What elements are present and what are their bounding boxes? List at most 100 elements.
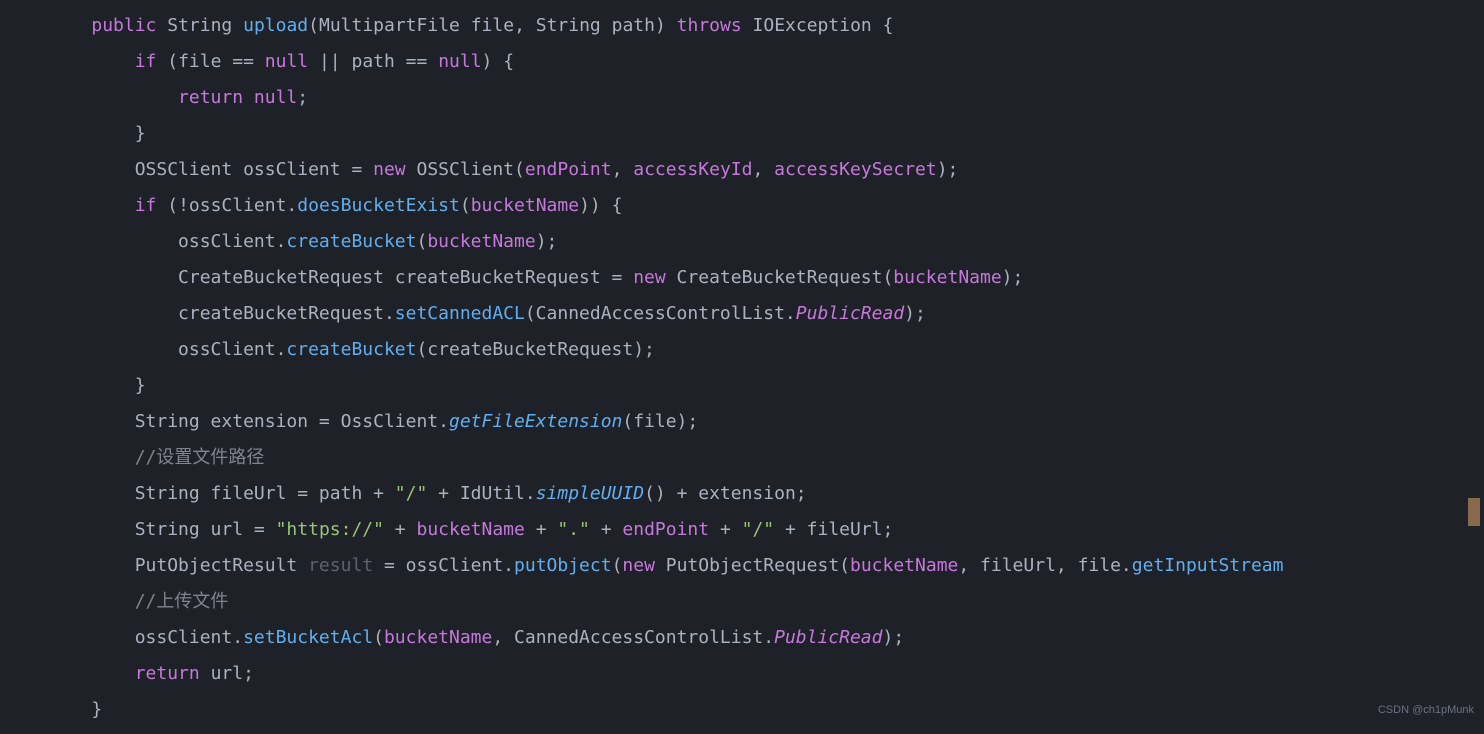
decl: String fileUrl = path + bbox=[135, 483, 395, 504]
code-line: String url = "https://" + bucketName + "… bbox=[48, 512, 1484, 548]
method-call: doesBucketExist bbox=[297, 195, 460, 216]
punct: ) { bbox=[482, 51, 515, 72]
keyword-return: return bbox=[178, 87, 243, 108]
method-call: setBucketAcl bbox=[243, 627, 373, 648]
args: , CannedAccessControlList. bbox=[492, 627, 774, 648]
keyword-if: if bbox=[135, 195, 157, 216]
punct: ); bbox=[536, 231, 558, 252]
punct: )) { bbox=[579, 195, 622, 216]
field: endPoint bbox=[622, 519, 709, 540]
code-line: return url; bbox=[48, 656, 1484, 692]
brace: { bbox=[883, 15, 894, 36]
code-line: ossClient.createBucket(createBucketReque… bbox=[48, 332, 1484, 368]
field: accessKeyId bbox=[633, 159, 752, 180]
comment: //设置文件路径 bbox=[135, 447, 265, 468]
scroll-marker bbox=[1468, 498, 1480, 526]
decl: String extension = OssClient. bbox=[135, 411, 449, 432]
obj: ossClient. bbox=[135, 627, 243, 648]
code-line: return null; bbox=[48, 80, 1484, 116]
code-line: //设置文件路径 bbox=[48, 440, 1484, 476]
static-method: getFileExtension bbox=[449, 411, 622, 432]
scrollbar[interactable] bbox=[1468, 0, 1480, 734]
brace: } bbox=[135, 123, 146, 144]
punct: ( bbox=[308, 15, 319, 36]
expr: url; bbox=[200, 663, 254, 684]
semi: ; bbox=[297, 87, 308, 108]
keyword-return: return bbox=[135, 663, 200, 684]
keyword-null: null bbox=[438, 51, 481, 72]
code-line: //上传文件 bbox=[48, 584, 1484, 620]
op: + bbox=[709, 519, 742, 540]
class: OSSClient( bbox=[406, 159, 525, 180]
cond: path == bbox=[351, 51, 438, 72]
keyword-new: new bbox=[622, 555, 655, 576]
obj: createBucketRequest. bbox=[178, 303, 395, 324]
sp bbox=[243, 87, 254, 108]
code-line: CreateBucketRequest createBucketRequest … bbox=[48, 260, 1484, 296]
keyword-null: null bbox=[265, 51, 308, 72]
punct: ( bbox=[612, 555, 623, 576]
args: (CannedAccessControlList. bbox=[525, 303, 796, 324]
brace: } bbox=[91, 699, 102, 720]
code-line: } bbox=[48, 116, 1484, 152]
code-line: ossClient.createBucket(bucketName); bbox=[48, 224, 1484, 260]
code-line: PutObjectResult result = ossClient.putOb… bbox=[48, 548, 1484, 584]
param: String path bbox=[536, 15, 655, 36]
field: bucketName bbox=[471, 195, 579, 216]
keyword-public: public bbox=[91, 15, 156, 36]
args: (createBucketRequest); bbox=[416, 339, 654, 360]
comma: , bbox=[612, 159, 634, 180]
punct: ( bbox=[416, 231, 427, 252]
code-line: if (file == null || path == null) { bbox=[48, 44, 1484, 80]
code-line: } bbox=[48, 368, 1484, 404]
field: bucketName bbox=[850, 555, 958, 576]
op: + fileUrl; bbox=[774, 519, 893, 540]
args: , fileUrl, file. bbox=[958, 555, 1131, 576]
field: endPoint bbox=[525, 159, 612, 180]
op: + bbox=[384, 519, 417, 540]
field: bucketName bbox=[416, 519, 524, 540]
method-call: putObject bbox=[514, 555, 612, 576]
keyword-null: null bbox=[254, 87, 297, 108]
keyword-if: if bbox=[135, 51, 157, 72]
punct: ( bbox=[460, 195, 471, 216]
method-call: setCannedACL bbox=[395, 303, 525, 324]
brace: } bbox=[135, 375, 146, 396]
static-method: simpleUUID bbox=[536, 483, 644, 504]
class: CreateBucketRequest( bbox=[666, 267, 894, 288]
code-editor[interactable]: public String upload(MultipartFile file,… bbox=[0, 0, 1484, 734]
code-line: String fileUrl = path + "/" + IdUtil.sim… bbox=[48, 476, 1484, 512]
decl: OSSClient ossClient = bbox=[135, 159, 373, 180]
method-call: createBucket bbox=[286, 339, 416, 360]
code-line: if (!ossClient.doesBucketExist(bucketNam… bbox=[48, 188, 1484, 224]
string: "." bbox=[557, 519, 590, 540]
op: + IdUtil. bbox=[427, 483, 535, 504]
decl: String url = bbox=[135, 519, 276, 540]
punct: ); bbox=[937, 159, 959, 180]
keyword-throws: throws bbox=[677, 15, 742, 36]
code-line: public String upload(MultipartFile file,… bbox=[48, 8, 1484, 44]
decl: CreateBucketRequest createBucketRequest … bbox=[178, 267, 633, 288]
method-call: getInputStream bbox=[1132, 555, 1284, 576]
method-name: upload bbox=[243, 15, 308, 36]
punct: ); bbox=[904, 303, 926, 324]
string: "/" bbox=[742, 519, 775, 540]
keyword-new: new bbox=[373, 159, 406, 180]
unused-var: result bbox=[308, 555, 373, 576]
field: accessKeySecret bbox=[774, 159, 937, 180]
method-call: createBucket bbox=[286, 231, 416, 252]
string: "https://" bbox=[276, 519, 384, 540]
field: bucketName bbox=[384, 627, 492, 648]
cond: (file == bbox=[156, 51, 264, 72]
field: bucketName bbox=[427, 231, 535, 252]
watermark: CSDN @ch1pMunk bbox=[1378, 692, 1474, 728]
type: String bbox=[167, 15, 232, 36]
keyword-new: new bbox=[633, 267, 666, 288]
enum-value: PublicRead bbox=[796, 303, 904, 324]
args: () + extension; bbox=[644, 483, 807, 504]
comment: //上传文件 bbox=[135, 591, 229, 612]
punct: ); bbox=[1002, 267, 1024, 288]
string: "/" bbox=[395, 483, 428, 504]
op: || bbox=[308, 51, 351, 72]
code-line: createBucketRequest.setCannedACL(CannedA… bbox=[48, 296, 1484, 332]
